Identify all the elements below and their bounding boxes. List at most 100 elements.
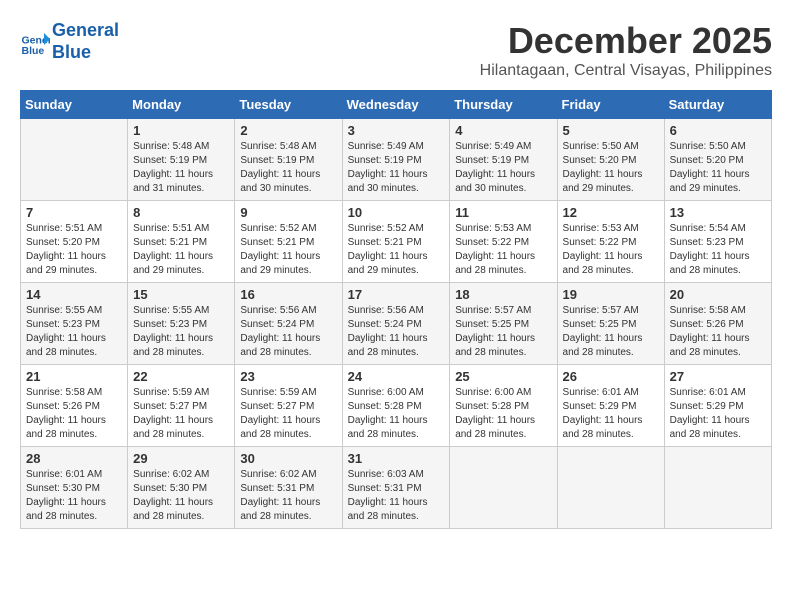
table-row: 25 Sunrise: 6:00 AM Sunset: 5:28 PM Dayli…: [450, 365, 557, 447]
day-info: Sunrise: 5:49 AM Sunset: 5:19 PM Dayligh…: [455, 140, 551, 196]
day-number: 14: [26, 287, 122, 302]
day-info: Sunrise: 6:01 AM Sunset: 5:29 PM Dayligh…: [563, 386, 659, 442]
col-wednesday: Wednesday: [342, 91, 450, 119]
day-info: Sunrise: 5:55 AM Sunset: 5:23 PM Dayligh…: [26, 304, 122, 360]
table-row: 4 Sunrise: 5:49 AM Sunset: 5:19 PM Daylig…: [450, 119, 557, 201]
day-number: 7: [26, 205, 122, 220]
table-row: 6Sunrise: 5:50 AM Sunset: 5:20 PM Daylig…: [664, 119, 771, 201]
day-info: Sunrise: 5:52 AM Sunset: 5:21 PM Dayligh…: [348, 222, 445, 278]
table-row: [664, 447, 771, 529]
table-row: 24 Sunrise: 6:00 AM Sunset: 5:28 PM Dayli…: [342, 365, 450, 447]
day-number: 26: [563, 369, 659, 384]
day-info: Sunrise: 6:00 AM Sunset: 5:28 PM Dayligh…: [348, 386, 445, 442]
day-number: 8: [133, 205, 229, 220]
calendar-week-row: 7 Sunrise: 5:51 AM Sunset: 5:20 PM Daylig…: [21, 201, 772, 283]
table-row: 2 Sunrise: 5:48 AM Sunset: 5:19 PM Daylig…: [235, 119, 342, 201]
calendar-week-row: 21 Sunrise: 5:58 AM Sunset: 5:26 PM Dayli…: [21, 365, 772, 447]
day-number: 4: [455, 123, 551, 138]
day-number: 20: [670, 287, 766, 302]
day-info: Sunrise: 5:53 AM Sunset: 5:22 PM Dayligh…: [455, 222, 551, 278]
day-info: Sunrise: 5:57 AM Sunset: 5:25 PM Dayligh…: [563, 304, 659, 360]
day-number: 9: [240, 205, 336, 220]
table-row: 1Sunrise: 5:48 AM Sunset: 5:19 PM Daylig…: [128, 119, 235, 201]
table-row: 8Sunrise: 5:51 AM Sunset: 5:21 PM Daylig…: [128, 201, 235, 283]
day-number: 25: [455, 369, 551, 384]
day-number: 13: [670, 205, 766, 220]
day-info: Sunrise: 5:59 AM Sunset: 5:27 PM Dayligh…: [240, 386, 336, 442]
col-thursday: Thursday: [450, 91, 557, 119]
day-number: 18: [455, 287, 551, 302]
day-number: 3: [348, 123, 445, 138]
day-info: Sunrise: 5:49 AM Sunset: 5:19 PM Dayligh…: [348, 140, 445, 196]
col-saturday: Saturday: [664, 91, 771, 119]
page-header: General Blue General Blue December 2025 …: [20, 20, 772, 80]
table-row: 22 Sunrise: 5:59 AM Sunset: 5:27 PM Dayli…: [128, 365, 235, 447]
day-info: Sunrise: 6:01 AM Sunset: 5:29 PM Dayligh…: [670, 386, 766, 442]
title-section: December 2025 Hilantagaan, Central Visay…: [480, 20, 772, 80]
day-number: 28: [26, 451, 122, 466]
day-info: Sunrise: 6:02 AM Sunset: 5:31 PM Dayligh…: [240, 468, 336, 524]
table-row: 14 Sunrise: 5:55 AM Sunset: 5:23 PM Dayli…: [21, 283, 128, 365]
day-info: Sunrise: 5:59 AM Sunset: 5:27 PM Dayligh…: [133, 386, 229, 442]
month-title: December 2025: [480, 20, 772, 62]
table-row: [21, 119, 128, 201]
table-row: 3 Sunrise: 5:49 AM Sunset: 5:19 PM Daylig…: [342, 119, 450, 201]
day-number: 23: [240, 369, 336, 384]
day-info: Sunrise: 6:00 AM Sunset: 5:28 PM Dayligh…: [455, 386, 551, 442]
day-number: 15: [133, 287, 229, 302]
table-row: 26 Sunrise: 6:01 AM Sunset: 5:29 PM Dayli…: [557, 365, 664, 447]
day-info: Sunrise: 6:02 AM Sunset: 5:30 PM Dayligh…: [133, 468, 229, 524]
day-number: 1: [133, 123, 229, 138]
table-row: 17Sunrise: 5:56 AM Sunset: 5:24 PM Dayli…: [342, 283, 450, 365]
calendar-week-row: 28 Sunrise: 6:01 AM Sunset: 5:30 PM Dayli…: [21, 447, 772, 529]
day-number: 10: [348, 205, 445, 220]
day-number: 19: [563, 287, 659, 302]
location-title: Hilantagaan, Central Visayas, Philippine…: [480, 62, 772, 80]
day-info: Sunrise: 5:55 AM Sunset: 5:23 PM Dayligh…: [133, 304, 229, 360]
table-row: 15 Sunrise: 5:55 AM Sunset: 5:23 PM Dayli…: [128, 283, 235, 365]
table-row: 11 Sunrise: 5:53 AM Sunset: 5:22 PM Dayli…: [450, 201, 557, 283]
logo-icon: General Blue: [20, 27, 50, 57]
day-info: Sunrise: 5:54 AM Sunset: 5:23 PM Dayligh…: [670, 222, 766, 278]
day-info: Sunrise: 5:56 AM Sunset: 5:24 PM Dayligh…: [348, 304, 445, 360]
day-info: Sunrise: 5:57 AM Sunset: 5:25 PM Dayligh…: [455, 304, 551, 360]
calendar-header-row: Sunday Monday Tuesday Wednesday Thursday…: [21, 91, 772, 119]
day-info: Sunrise: 5:58 AM Sunset: 5:26 PM Dayligh…: [26, 386, 122, 442]
calendar-table: Sunday Monday Tuesday Wednesday Thursday…: [20, 90, 772, 529]
svg-text:Blue: Blue: [22, 45, 45, 57]
logo: General Blue General Blue: [20, 20, 119, 63]
day-number: 24: [348, 369, 445, 384]
table-row: 13 Sunrise: 5:54 AM Sunset: 5:23 PM Dayli…: [664, 201, 771, 283]
table-row: 9 Sunrise: 5:52 AM Sunset: 5:21 PM Daylig…: [235, 201, 342, 283]
table-row: [450, 447, 557, 529]
table-row: 7 Sunrise: 5:51 AM Sunset: 5:20 PM Daylig…: [21, 201, 128, 283]
day-number: 21: [26, 369, 122, 384]
table-row: 12Sunrise: 5:53 AM Sunset: 5:22 PM Dayli…: [557, 201, 664, 283]
day-number: 11: [455, 205, 551, 220]
day-number: 22: [133, 369, 229, 384]
day-info: Sunrise: 5:50 AM Sunset: 5:20 PM Dayligh…: [563, 140, 659, 196]
day-info: Sunrise: 5:56 AM Sunset: 5:24 PM Dayligh…: [240, 304, 336, 360]
table-row: 31Sunrise: 6:03 AM Sunset: 5:31 PM Dayli…: [342, 447, 450, 529]
logo-line2: Blue: [52, 42, 91, 62]
table-row: 5Sunrise: 5:50 AM Sunset: 5:20 PM Daylig…: [557, 119, 664, 201]
table-row: 27Sunrise: 6:01 AM Sunset: 5:29 PM Dayli…: [664, 365, 771, 447]
table-row: 16Sunrise: 5:56 AM Sunset: 5:24 PM Dayli…: [235, 283, 342, 365]
day-info: Sunrise: 5:51 AM Sunset: 5:20 PM Dayligh…: [26, 222, 122, 278]
day-info: Sunrise: 6:03 AM Sunset: 5:31 PM Dayligh…: [348, 468, 445, 524]
day-info: Sunrise: 5:52 AM Sunset: 5:21 PM Dayligh…: [240, 222, 336, 278]
table-row: 29 Sunrise: 6:02 AM Sunset: 5:30 PM Dayli…: [128, 447, 235, 529]
table-row: [557, 447, 664, 529]
day-number: 2: [240, 123, 336, 138]
table-row: 21 Sunrise: 5:58 AM Sunset: 5:26 PM Dayli…: [21, 365, 128, 447]
table-row: 19 Sunrise: 5:57 AM Sunset: 5:25 PM Dayli…: [557, 283, 664, 365]
col-friday: Friday: [557, 91, 664, 119]
table-row: 10 Sunrise: 5:52 AM Sunset: 5:21 PM Dayli…: [342, 201, 450, 283]
day-info: Sunrise: 5:48 AM Sunset: 5:19 PM Dayligh…: [240, 140, 336, 196]
table-row: 20Sunrise: 5:58 AM Sunset: 5:26 PM Dayli…: [664, 283, 771, 365]
table-row: 18 Sunrise: 5:57 AM Sunset: 5:25 PM Dayli…: [450, 283, 557, 365]
day-info: Sunrise: 6:01 AM Sunset: 5:30 PM Dayligh…: [26, 468, 122, 524]
day-number: 29: [133, 451, 229, 466]
table-row: 30Sunrise: 6:02 AM Sunset: 5:31 PM Dayli…: [235, 447, 342, 529]
col-sunday: Sunday: [21, 91, 128, 119]
